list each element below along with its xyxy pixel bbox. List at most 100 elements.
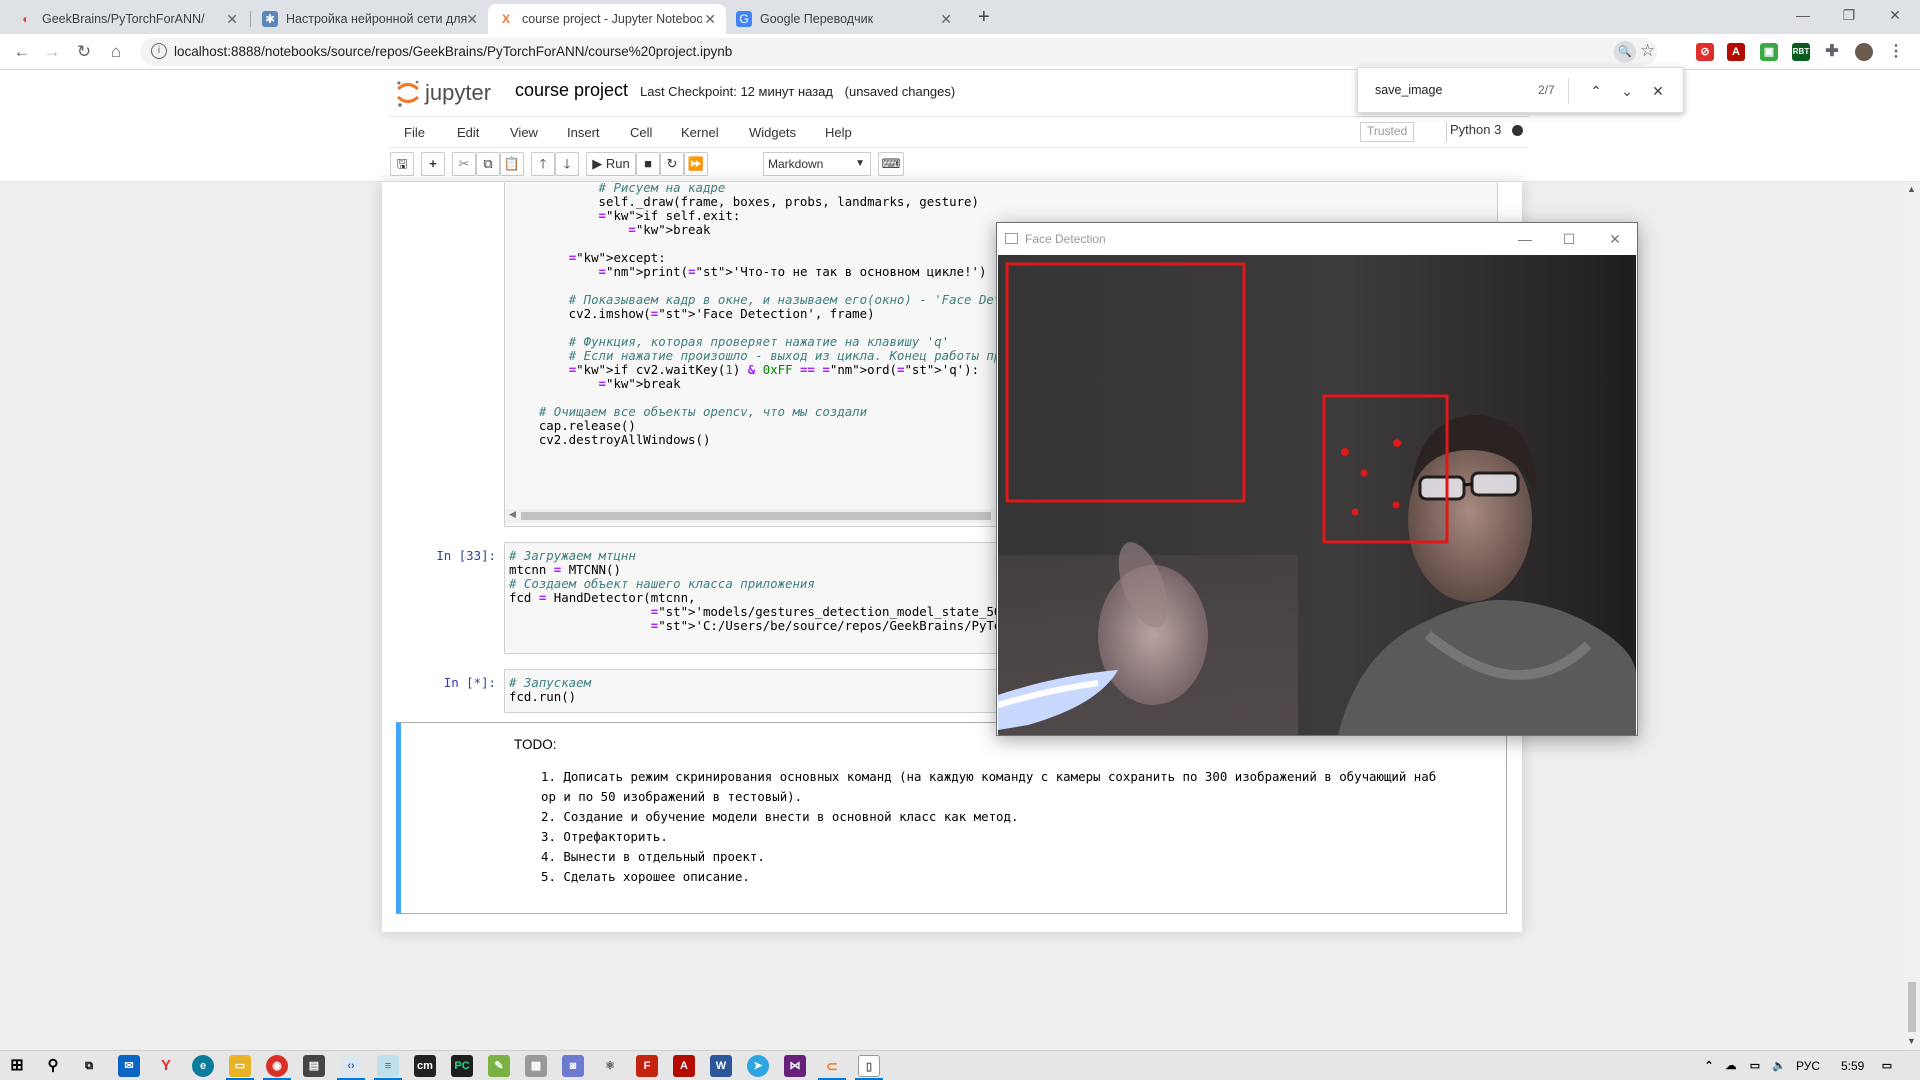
code-line[interactable]: mtcnn = MTCNN() [509, 561, 1024, 577]
maximize-icon[interactable]: ☐ [1549, 227, 1589, 251]
cut-icon[interactable]: ✂ [452, 152, 476, 176]
code-line[interactable]: cv2.destroyAllWindows() [509, 431, 1061, 447]
code-line[interactable]: cv2.imshow(="st">'Face Detection', frame… [509, 305, 1061, 321]
rbt-extension-icon[interactable]: RBT [1792, 43, 1810, 61]
tab-neural-net-setup[interactable]: ✱ Настройка нейронной сети для ✕ [252, 4, 488, 34]
close-icon[interactable]: ✕ [226, 11, 238, 28]
code-line[interactable]: ="st">'C:/Users/be/source/repos/GeekBrai… [509, 617, 1024, 633]
jupyter-taskbar-icon[interactable]: ⊂ [821, 1055, 843, 1077]
code-line[interactable]: fcd.run() [509, 688, 591, 704]
windows-start-icon[interactable]: ⊞ [6, 1055, 28, 1077]
acrobat-taskbar-icon[interactable]: A [673, 1055, 695, 1077]
move-down-icon[interactable]: 🡓 [555, 152, 579, 176]
copy-icon[interactable]: ⧉ [476, 152, 500, 176]
cell-type-select[interactable]: Markdown ▼ [763, 152, 871, 176]
tab-jupyter-active[interactable]: X course project - Jupyter Notebook ✕ [488, 4, 726, 34]
restart-icon[interactable]: ↻ [660, 152, 684, 176]
scrollbar-thumb[interactable] [1908, 982, 1916, 1032]
store-icon[interactable]: ▤ [303, 1055, 325, 1077]
code-line[interactable]: # Создаем объект нашего класса приложени… [509, 575, 1024, 591]
menu-kernel[interactable]: Kernel [681, 125, 719, 140]
extension-red-icon[interactable]: ⊘ [1696, 43, 1714, 61]
find-close-icon[interactable]: ✕ [1648, 81, 1668, 101]
extensions-puzzle-icon[interactable]: ✚ [1823, 43, 1841, 61]
code-line[interactable] [509, 389, 1061, 403]
mail-icon[interactable]: ✉ [118, 1055, 140, 1077]
code-line[interactable]: # Функция, которая проверяет нажатие на … [509, 333, 1061, 349]
profile-avatar[interactable] [1855, 43, 1873, 61]
menu-insert[interactable]: Insert [567, 125, 600, 140]
extension-green-icon[interactable]: ▣ [1760, 43, 1778, 61]
kernel-name[interactable]: Python 3 [1450, 122, 1501, 137]
input-language[interactable]: РУС [1796, 1059, 1820, 1073]
menu-edit[interactable]: Edit [457, 125, 479, 140]
reload-icon[interactable]: ↻ [72, 40, 96, 64]
tray-chevron-up-icon[interactable]: ⌃ [1698, 1055, 1720, 1077]
minimize-icon[interactable]: — [1780, 0, 1826, 30]
tab-gitlab[interactable]: ◐ GeekBrains/PyTorchForANN/ ✕ [8, 4, 248, 34]
menu-widgets[interactable]: Widgets [749, 125, 796, 140]
terminal-icon[interactable]: cm [414, 1055, 436, 1077]
telegram-icon[interactable]: ➤ [747, 1055, 769, 1077]
app-icon[interactable]: ⚛ [599, 1055, 621, 1077]
code-line[interactable]: # Если нажатие произошло - выход из цикл… [509, 347, 1061, 363]
code-line[interactable]: ="kw">if self.exit: [509, 207, 1061, 223]
code-line[interactable]: ="nm">print(="st">'Что-то не так в основ… [509, 263, 1061, 279]
scroll-up-icon[interactable]: ▲ [1907, 184, 1916, 194]
save-icon[interactable]: 🖫 [390, 152, 414, 176]
insert-cell-icon[interactable]: + [421, 152, 445, 176]
bookmark-star-icon[interactable]: ☆ [1640, 41, 1655, 61]
discord-icon[interactable]: ◙ [562, 1055, 584, 1077]
code-line[interactable]: self._draw(frame, boxes, probs, landmark… [509, 193, 1061, 209]
code-line[interactable]: ="kw">break [509, 221, 1061, 237]
info-icon[interactable]: i [151, 43, 167, 59]
notifications-icon[interactable]: ▭ [1876, 1055, 1898, 1077]
code-editor[interactable]: # Загружаем мтцнн mtcnn = MTCNN() # Создае… [509, 547, 1024, 633]
code-line[interactable]: fcd = HandDetector(mtcnn, [509, 589, 1024, 605]
search-icon[interactable]: ⚲ [42, 1055, 64, 1077]
window-title-bar[interactable]: Face Detection — ☐ ✕ [997, 223, 1637, 255]
code-line[interactable]: # Рисуем на кадре [509, 182, 1061, 195]
menu-cell[interactable]: Cell [630, 125, 652, 140]
find-previous-icon[interactable]: ⌃ [1586, 81, 1606, 101]
volume-icon[interactable]: 🔈 [1768, 1055, 1790, 1077]
restart-run-all-icon[interactable]: ⏩ [684, 152, 708, 176]
pycharm-icon[interactable]: PC [451, 1055, 473, 1077]
face-window-taskbar-icon[interactable]: ▯ [858, 1055, 880, 1077]
new-tab-button[interactable]: + [978, 6, 990, 29]
menu-file[interactable]: File [404, 125, 425, 140]
close-icon[interactable]: ✕ [1595, 227, 1635, 251]
onedrive-icon[interactable]: ☁ [1720, 1055, 1742, 1077]
network-icon[interactable]: ▭ [1744, 1055, 1766, 1077]
face-detection-window[interactable]: Face Detection — ☐ ✕ [996, 222, 1638, 736]
notepad-icon[interactable]: ≡ [377, 1055, 399, 1077]
tab-google-translate[interactable]: G Google Переводчик ✕ [726, 4, 962, 34]
code-line[interactable] [509, 277, 1061, 291]
find-input[interactable]: save_image [1375, 83, 1442, 97]
scroll-left-icon[interactable]: ◀ [509, 509, 516, 520]
jupyter-logo[interactable]: jupyter [395, 78, 491, 108]
code-line[interactable] [509, 235, 1061, 249]
forward-arrow-icon[interactable]: → [40, 40, 64, 64]
paste-icon[interactable]: 📋 [500, 152, 524, 176]
close-icon[interactable]: ✕ [704, 11, 716, 28]
vscode-icon[interactable]: ‹› [340, 1055, 362, 1077]
markdown-cell-todo[interactable]: TODO: 1. Дописать режим скринирования ос… [396, 722, 1507, 914]
close-window-icon[interactable]: ✕ [1872, 0, 1918, 30]
command-palette-icon[interactable]: ⌨ [878, 152, 904, 176]
calculator-icon[interactable]: ▦ [525, 1055, 547, 1077]
filezilla-icon[interactable]: F [636, 1055, 658, 1077]
run-button[interactable]: ▶ Run [586, 152, 636, 176]
interrupt-icon[interactable]: ■ [636, 152, 660, 176]
close-icon[interactable]: ✕ [466, 11, 478, 28]
browser-menu-icon[interactable]: ⋮ [1887, 43, 1905, 61]
find-page-icon[interactable]: 🔍 [1614, 41, 1636, 63]
code-line[interactable] [509, 319, 1061, 333]
system-clock[interactable]: 5:59 [1841, 1059, 1864, 1073]
code-line[interactable]: # Очищаем все объекты opencv, что мы соз… [509, 403, 1061, 419]
code-line[interactable]: # Загружаем мтцнн [509, 547, 1024, 563]
minimize-icon[interactable]: — [1505, 227, 1545, 251]
code-editor[interactable]: # Запускаем fcd.run() [509, 674, 591, 704]
code-line[interactable]: ="st">'models/gestures_detection_model_s… [509, 603, 1024, 619]
move-up-icon[interactable]: 🡑 [531, 152, 555, 176]
